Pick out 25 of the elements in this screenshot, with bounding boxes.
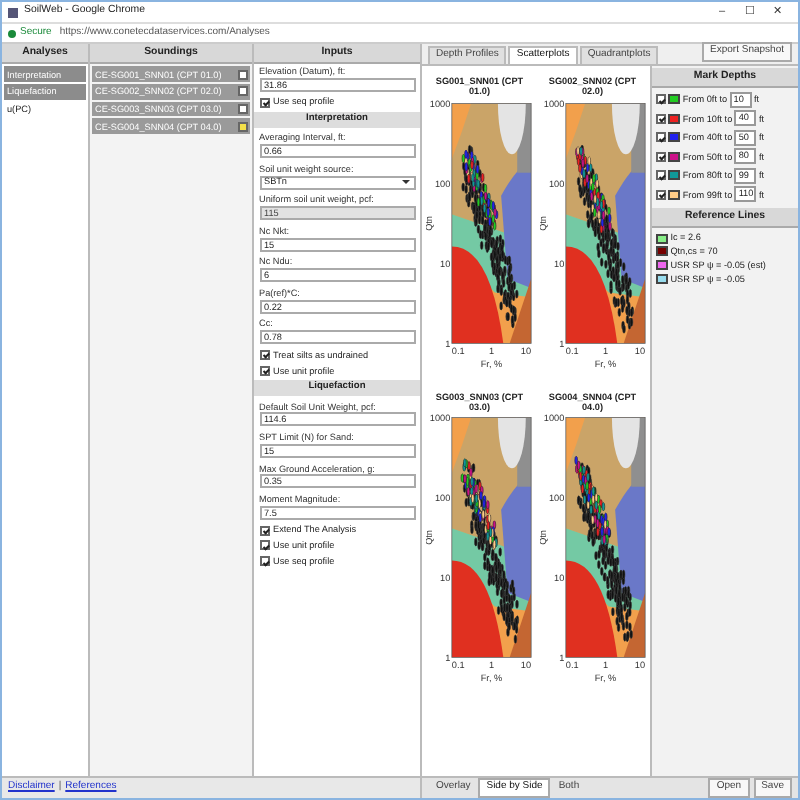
checkbox[interactable] [656, 132, 666, 143]
checkbox[interactable] [656, 189, 666, 200]
checkbox[interactable] [656, 113, 666, 124]
checkbox[interactable] [259, 97, 269, 108]
color-swatch[interactable] [668, 113, 681, 124]
checkbox[interactable] [656, 94, 666, 105]
color-swatch[interactable] [668, 132, 681, 143]
color-swatch[interactable] [668, 94, 681, 105]
checkbox[interactable] [259, 349, 269, 360]
checkbox[interactable] [237, 104, 247, 115]
checkbox[interactable] [237, 121, 247, 132]
checkbox[interactable] [259, 540, 269, 551]
checkbox[interactable] [237, 69, 247, 80]
color-swatch[interactable] [668, 151, 681, 162]
color-swatch[interactable] [668, 189, 681, 200]
color-swatch[interactable] [668, 170, 681, 181]
caret-icon [402, 180, 410, 185]
app-icon [8, 7, 18, 17]
checkbox[interactable] [656, 151, 666, 162]
checkbox[interactable] [259, 525, 269, 536]
checkbox[interactable] [656, 170, 666, 181]
checkbox[interactable] [259, 556, 269, 567]
checkbox[interactable] [237, 86, 247, 97]
checkbox[interactable] [259, 365, 269, 376]
lock-icon [8, 29, 16, 37]
